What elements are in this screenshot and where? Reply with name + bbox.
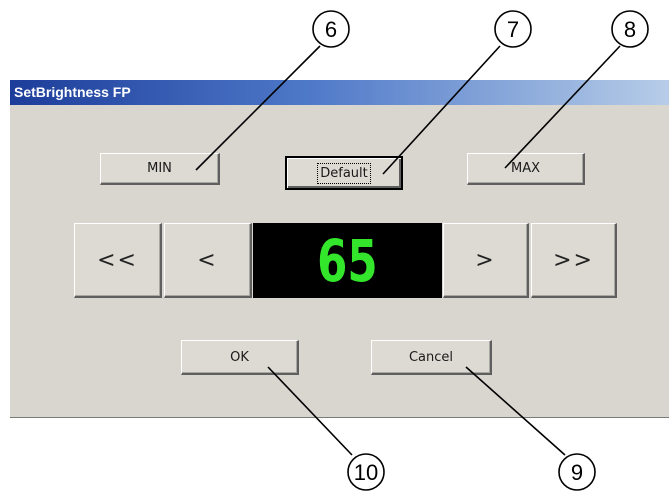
callout-10-label: 10: [354, 460, 378, 485]
ok-button[interactable]: OK: [181, 340, 299, 375]
step-up-large-label: >>: [553, 247, 594, 273]
step-down-large-label: <<: [97, 247, 138, 273]
callout-7-circle: [494, 10, 532, 48]
callout-6-circle: [312, 10, 350, 48]
callout-9-label: 9: [571, 460, 583, 485]
min-button-label: MIN: [147, 161, 172, 176]
step-up-large-button[interactable]: >>: [531, 223, 617, 298]
callout-8-label: 8: [624, 17, 636, 42]
dialog-title: SetBrightness FP: [10, 80, 669, 105]
default-button[interactable]: Default: [285, 156, 403, 190]
max-button-label: MAX: [510, 161, 540, 176]
max-button[interactable]: MAX: [467, 153, 585, 185]
step-down-label: <: [197, 247, 218, 273]
callout-8-circle: [611, 10, 649, 48]
brightness-value-display: 65: [253, 223, 442, 298]
min-button[interactable]: MIN: [100, 153, 220, 185]
default-button-label: Default: [317, 162, 371, 184]
callout-10-circle: [347, 453, 385, 491]
cancel-button-label: Cancel: [408, 349, 454, 365]
step-down-large-button[interactable]: <<: [74, 223, 162, 298]
callout-6-label: 6: [325, 17, 337, 42]
ok-button-label: OK: [230, 349, 249, 365]
cancel-button[interactable]: Cancel: [371, 340, 492, 375]
step-down-button[interactable]: <: [164, 223, 252, 298]
brightness-value: 65: [317, 226, 378, 295]
step-up-button[interactable]: >: [443, 223, 529, 298]
callout-7-label: 7: [507, 17, 519, 42]
step-up-label: >: [475, 247, 496, 273]
callout-9-circle: [558, 453, 596, 491]
